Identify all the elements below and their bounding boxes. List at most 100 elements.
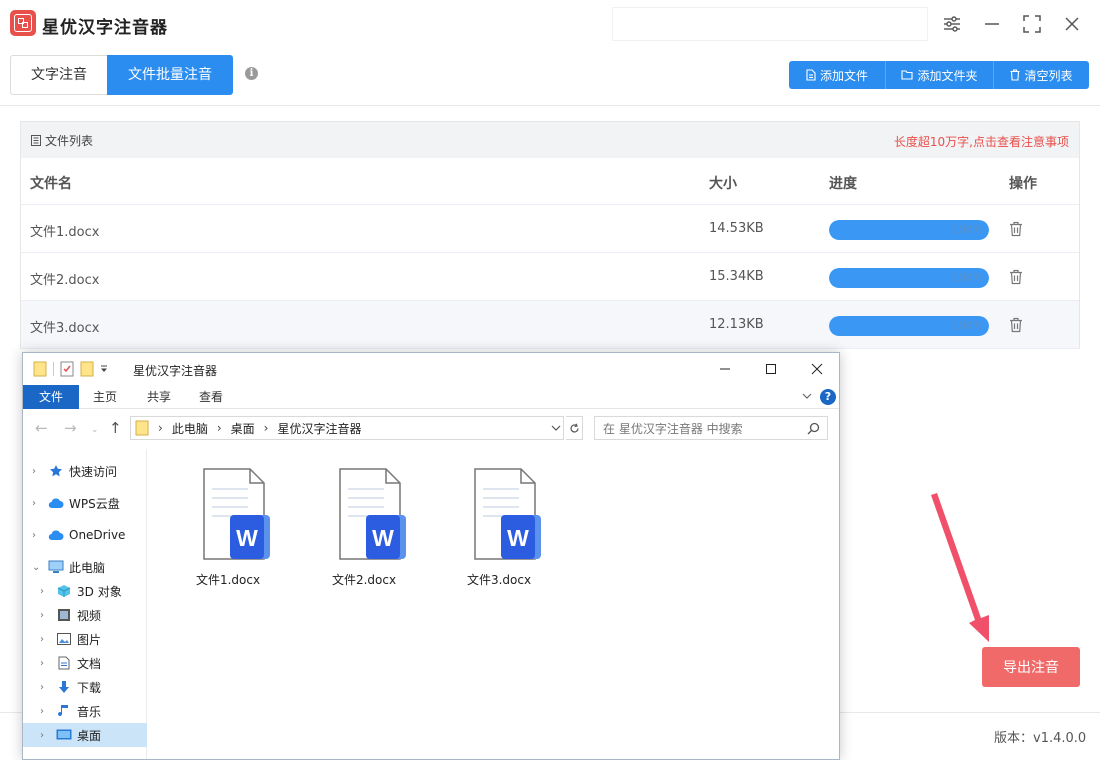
sidebar-item-computer[interactable]: ⌄ 此电脑 [23, 555, 147, 579]
star-icon [48, 463, 64, 479]
picture-icon [56, 631, 72, 647]
chevron-right-icon[interactable]: › [40, 586, 52, 597]
video-icon [56, 607, 72, 623]
refresh-icon[interactable] [566, 416, 583, 440]
breadcrumb-this-pc[interactable]: 此电脑 [172, 420, 208, 437]
file-tile[interactable]: W 文件1.docx [178, 459, 278, 587]
file-list-panel: 文件列表 长度超10万字,点击查看注意事项 文件名 大小 进度 操作 文件1.d… [20, 121, 1080, 349]
file-tile[interactable]: W 文件2.docx [314, 459, 414, 587]
tab-text-pinyin[interactable]: 文字注音 [10, 55, 107, 95]
chevron-right-icon[interactable]: › [40, 634, 52, 645]
close-icon[interactable] [1060, 12, 1084, 36]
properties-icon[interactable] [60, 361, 74, 377]
ribbon-tab-home[interactable]: 主页 [83, 385, 127, 409]
recent-locations-icon[interactable]: ⌄ [91, 422, 99, 438]
table-row[interactable]: 文件3.docx 12.13KB 100% [21, 301, 1079, 349]
info-icon[interactable]: i [245, 67, 258, 80]
sidebar-item-desktop[interactable]: › 桌面 [23, 723, 147, 747]
word-glyph: W [236, 525, 258, 551]
chevron-right-icon[interactable]: › [32, 466, 44, 477]
table-row[interactable]: 文件2.docx 15.34KB 100% [21, 253, 1079, 301]
explorer-titlebar: 星优汉字注音器 [23, 353, 839, 385]
file-tile-name: 文件1.docx [195, 573, 261, 587]
ribbon-tab-share[interactable]: 共享 [137, 385, 181, 409]
computer-icon [48, 559, 64, 575]
up-icon[interactable]: ↑ [109, 420, 122, 436]
progress-label: 100% [951, 223, 983, 236]
ribbon-tab-file[interactable]: 文件 [23, 385, 79, 409]
delete-row-icon[interactable] [1009, 269, 1023, 285]
warning-link[interactable]: 长度超10万字,点击查看注意事项 [894, 133, 1069, 150]
sidebar-item-document[interactable]: › 文档 [23, 651, 147, 675]
address-dropdown-icon[interactable] [551, 423, 561, 433]
chevron-right-icon[interactable]: › [40, 682, 52, 693]
sidebar-item-label: 文档 [77, 656, 102, 671]
search-placeholder: 在 星优汉字注音器 中搜索 [603, 421, 743, 436]
customize-dropdown-icon[interactable] [100, 365, 108, 373]
explorer-file-area: W 文件1.docx W 文件2.docx W 文件3.docx [148, 449, 839, 759]
ribbon-tab-view[interactable]: 查看 [189, 385, 233, 409]
delete-row-icon[interactable] [1009, 317, 1023, 333]
clear-list-button[interactable]: 清空列表 [994, 61, 1089, 89]
explorer-maximize-icon[interactable] [751, 356, 791, 382]
table-row[interactable]: 文件1.docx 14.53KB 100% [21, 205, 1079, 253]
chevron-right-icon[interactable]: › [32, 498, 44, 509]
chevron-right-icon[interactable]: › [40, 658, 52, 669]
sidebar-item-label: 3D 对象 [77, 584, 122, 599]
settings-icon[interactable] [940, 12, 964, 36]
add-file-button[interactable]: 添加文件 [789, 61, 886, 89]
chevron-right-icon[interactable]: › [40, 730, 52, 741]
sidebar-item-cloud[interactable]: › WPS云盘 [23, 491, 147, 515]
file-tile-name: 文件2.docx [331, 573, 397, 587]
progress-label: 100% [951, 271, 983, 284]
sidebar-item-video[interactable]: › 视频 [23, 603, 147, 627]
sidebar-item-picture[interactable]: › 图片 [23, 627, 147, 651]
cloud-icon [48, 527, 64, 543]
file-tile[interactable]: W 文件3.docx [449, 459, 549, 587]
delete-row-icon[interactable] [1009, 221, 1023, 237]
file-size-cell: 15.34KB [709, 269, 764, 284]
search-icon [807, 422, 820, 435]
sidebar-item-download[interactable]: › 下载 [23, 675, 147, 699]
forward-icon[interactable]: → [64, 420, 77, 436]
file-name-cell: 文件3.docx [30, 321, 100, 336]
sidebar-item-music[interactable]: › 音乐 [23, 699, 147, 723]
title-blank-area [612, 7, 928, 41]
chevron-right-icon[interactable]: › [40, 706, 52, 717]
version-text: 版本：v1.4.0.0 [994, 731, 1087, 746]
help-icon[interactable]: ? [820, 389, 836, 405]
chevron-right-icon[interactable]: › [32, 530, 44, 541]
sidebar-item-label: WPS云盘 [69, 496, 120, 511]
pointer-arrow-icon [931, 493, 989, 642]
progress-bar: 100% [829, 316, 989, 336]
new-folder-icon[interactable] [80, 361, 94, 377]
add-folder-button[interactable]: 添加文件夹 [886, 61, 994, 89]
back-icon[interactable]: ← [35, 420, 48, 436]
breadcrumb-desktop[interactable]: 桌面 [231, 420, 255, 437]
ribbon-expand-icon[interactable] [801, 390, 813, 402]
breadcrumb-folder[interactable]: 星优汉字注音器 [277, 420, 361, 437]
explorer-close-icon[interactable] [797, 356, 837, 382]
explorer-title: 星优汉字注音器 [133, 364, 218, 378]
app-titlebar: 星优汉字注音器 [0, 0, 1100, 48]
add-folder-label: 添加文件夹 [917, 68, 978, 83]
panel-header: 文件列表 长度超10万字,点击查看注意事项 [21, 122, 1079, 158]
address-bar[interactable]: › 此电脑 › 桌面 › 星优汉字注音器 [130, 416, 564, 440]
tab-batch-pinyin[interactable]: 文件批量注音 [107, 55, 233, 95]
chevron-down-icon[interactable]: ⌄ [32, 562, 44, 573]
sidebar-item-label: OneDrive [69, 528, 126, 542]
chevron-right-icon[interactable]: › [40, 610, 52, 621]
folder-icon [135, 420, 149, 436]
sidebar-item-label: 音乐 [77, 704, 102, 719]
panel-title: 文件列表 [31, 132, 93, 149]
sidebar-item-cube[interactable]: › 3D 对象 [23, 579, 147, 603]
sidebar-item-cloud[interactable]: › OneDrive [23, 523, 147, 547]
export-pinyin-button[interactable]: 导出注音 [982, 647, 1080, 687]
cube-icon [56, 583, 72, 599]
minimize-icon[interactable] [980, 12, 1004, 36]
sidebar-item-label: 视频 [77, 608, 102, 623]
maximize-icon[interactable] [1020, 12, 1044, 36]
search-input[interactable]: 在 星优汉字注音器 中搜索 [594, 416, 828, 440]
sidebar-item-star[interactable]: › 快速访问 [23, 459, 147, 483]
explorer-minimize-icon[interactable] [705, 356, 745, 382]
